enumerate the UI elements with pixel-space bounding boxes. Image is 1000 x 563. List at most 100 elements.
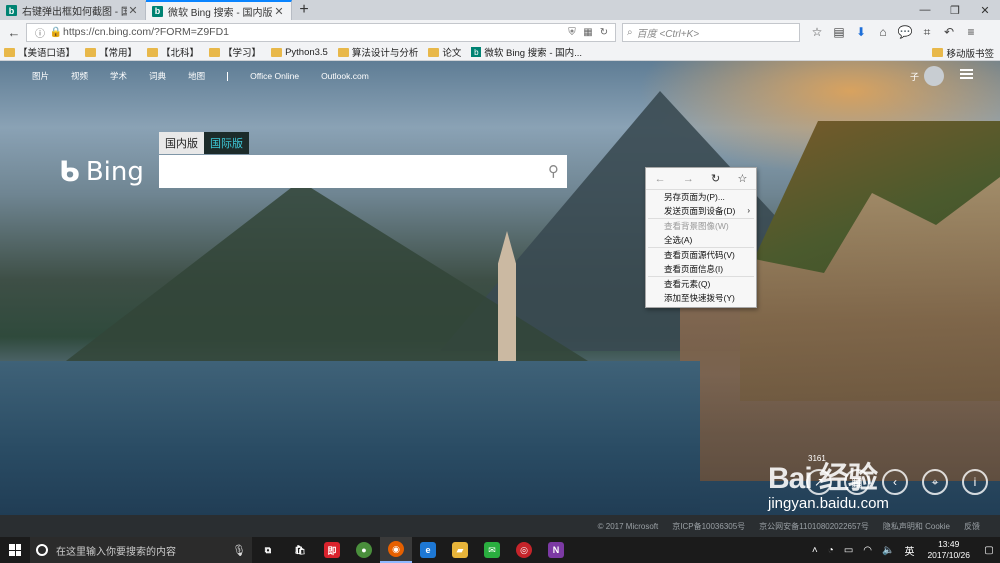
avatar[interactable]: [924, 66, 945, 86]
minimize-button[interactable]: —: [910, 0, 940, 20]
network-icon[interactable]: ◔: [828, 545, 834, 556]
microphone-icon[interactable]: 🎙: [232, 544, 246, 557]
taskbar-netease[interactable]: ◎: [508, 537, 540, 563]
bing-favicon-icon: b: [6, 5, 17, 16]
download-icon[interactable]: ⬇: [850, 22, 872, 42]
cortana-placeholder: 在这里输入你要搜索的内容: [56, 546, 176, 558]
nav-office-online[interactable]: Office Online: [250, 71, 299, 81]
tab-bing[interactable]: b 微软 Bing 搜索 - 国内版 ✕: [146, 0, 292, 20]
taskbar-app-red[interactable]: 即: [316, 537, 348, 563]
chat-icon[interactable]: 💬: [894, 22, 916, 42]
taskbar-edge[interactable]: e: [412, 537, 444, 563]
back-icon[interactable]: ←: [655, 173, 666, 185]
folder-icon: [4, 47, 15, 57]
shield-icon[interactable]: ⛨: [565, 27, 579, 38]
nav-maps[interactable]: 地图: [188, 70, 205, 82]
wifi-icon[interactable]: ◠: [863, 545, 872, 556]
folder-icon: [932, 48, 944, 57]
bookmark-folder[interactable]: 算法设计与分析: [337, 45, 418, 59]
menu-item-save-page[interactable]: 另存页面为(P)...: [646, 190, 756, 204]
menu-item-select-all[interactable]: 全选(A): [646, 233, 756, 247]
clock[interactable]: 13:49 2017/10/26: [927, 539, 970, 561]
bookmark-folder[interactable]: 【美语口语】: [4, 45, 75, 59]
footer-feedback[interactable]: 反馈: [964, 521, 980, 532]
user-initial: 子: [910, 71, 920, 82]
taskbar-onenote[interactable]: N: [540, 537, 572, 563]
lock-icon[interactable]: 🔒: [49, 27, 63, 38]
undo-icon[interactable]: ↶: [938, 22, 960, 42]
menu-item-view-source[interactable]: 查看页面源代码(V): [646, 248, 756, 262]
action-center-icon[interactable]: ▢: [978, 537, 1000, 563]
footer-police[interactable]: 京公网安备11010802022657号: [759, 521, 869, 532]
close-tab-icon[interactable]: ✕: [127, 4, 139, 17]
url-text[interactable]: https://cn.bing.com/?FORM=Z9FD1: [63, 26, 563, 38]
menu-item-speed-dial[interactable]: 添加至快速拨号(Y): [646, 291, 756, 305]
menu-item-send-to-device[interactable]: 发送页面到设备(D) ›: [646, 204, 756, 218]
footer-privacy[interactable]: 隐私声明和 Cookie: [883, 521, 950, 532]
reload-icon[interactable]: ↻: [711, 172, 720, 185]
taskbar-explorer[interactable]: ▰: [444, 537, 476, 563]
reading-list-icon[interactable]: ▤: [828, 22, 850, 42]
tab-international[interactable]: 国际版: [204, 132, 249, 154]
taskbar-store[interactable]: 🛍: [284, 537, 316, 563]
close-window-button[interactable]: ✕: [970, 0, 1000, 20]
taskbar-chrome[interactable]: ●: [348, 537, 380, 563]
url-bar[interactable]: ⓘ 🔒 https://cn.bing.com/?FORM=Z9FD1 ⛨ ▦ …: [26, 22, 616, 42]
mobile-bookmarks[interactable]: 移动版书签: [932, 44, 994, 61]
folder-icon: [147, 47, 159, 57]
taskbar-wechat[interactable]: ✉: [476, 537, 508, 563]
footer-copyright: © 2017 Microsoft: [597, 521, 659, 531]
menu-icon[interactable]: ≡: [960, 22, 982, 42]
footer-icp[interactable]: 京ICP备10036305号: [672, 521, 745, 532]
tab-domestic[interactable]: 国内版: [159, 132, 204, 154]
hamburger-menu-icon[interactable]: [960, 69, 973, 79]
bookmark-star-icon[interactable]: ☆: [737, 172, 747, 185]
close-tab-icon[interactable]: ✕: [273, 5, 285, 18]
location-icon[interactable]: ⌖: [922, 469, 948, 495]
qr-code-icon[interactable]: ▦: [581, 27, 595, 38]
chrome-icon: ●: [356, 542, 372, 558]
new-tab-button[interactable]: +: [292, 0, 316, 20]
bookmark-folder[interactable]: Python3.5: [271, 47, 328, 58]
taskbar-task-view[interactable]: ⧉: [252, 537, 284, 563]
start-button[interactable]: [0, 537, 30, 563]
firefox-icon: ◉: [388, 541, 404, 557]
back-button[interactable]: ←: [4, 22, 24, 42]
cortana-search-box[interactable]: 在这里输入你要搜索的内容 🎙: [30, 537, 252, 563]
nav-outlook[interactable]: Outlook.com: [321, 71, 369, 81]
tab-jingyan[interactable]: b 右键弹出框如何截图 - 国内... ✕: [0, 1, 146, 20]
home-icon[interactable]: ⌂: [872, 22, 894, 42]
menu-item-page-info[interactable]: 查看页面信息(I): [646, 262, 756, 276]
nav-academic[interactable]: 学术: [110, 70, 127, 82]
ime-indicator[interactable]: 英: [904, 543, 914, 558]
user-account[interactable]: 子: [910, 66, 945, 86]
restore-button[interactable]: ❐: [940, 0, 970, 20]
nav-dictionary[interactable]: 词典: [149, 70, 166, 82]
bookmarks-bar: 【美语口语】 【常用】 【北科】 【学习】 Python3.5 算法设计与分析 …: [0, 44, 1000, 61]
tab-title: 右键弹出框如何截图 - 国内...: [22, 7, 127, 18]
search-icon[interactable]: ⚲: [548, 162, 559, 180]
reload-icon[interactable]: ↻: [597, 27, 611, 38]
chevron-up-icon[interactable]: ˄: [812, 545, 818, 556]
screenshot-icon[interactable]: ⌗: [916, 22, 938, 42]
submenu-arrow-icon: ›: [747, 206, 750, 215]
menu-item-inspect[interactable]: 查看元素(Q): [646, 277, 756, 291]
bookmark-link[interactable]: b 微软 Bing 搜索 - 国内...: [471, 45, 582, 59]
bookmark-folder[interactable]: 【北科】: [147, 45, 199, 59]
taskbar-firefox[interactable]: ◉: [380, 537, 412, 563]
nav-videos[interactable]: 视频: [71, 70, 88, 82]
nav-images[interactable]: 图片: [32, 70, 49, 82]
battery-icon[interactable]: ▭: [844, 545, 853, 556]
info-icon[interactable]: i: [962, 469, 988, 495]
bing-search-input[interactable]: ⚲: [159, 155, 567, 188]
bookmark-folder[interactable]: 【常用】: [85, 45, 137, 59]
search-input[interactable]: ⌕ 百度 <Ctrl+K>: [622, 22, 800, 42]
navigation-bar: ← ⓘ 🔒 https://cn.bing.com/?FORM=Z9FD1 ⛨ …: [0, 20, 1000, 44]
bookmark-folder[interactable]: 论文: [428, 45, 461, 59]
bookmark-star-icon[interactable]: ☆: [806, 22, 828, 42]
bing-b-icon: ᑲ: [59, 156, 80, 187]
bookmark-folder[interactable]: 【学习】: [209, 45, 261, 59]
info-icon[interactable]: ⓘ: [33, 25, 47, 40]
forward-icon[interactable]: →: [683, 173, 694, 185]
volume-icon[interactable]: 🔈: [882, 545, 894, 556]
